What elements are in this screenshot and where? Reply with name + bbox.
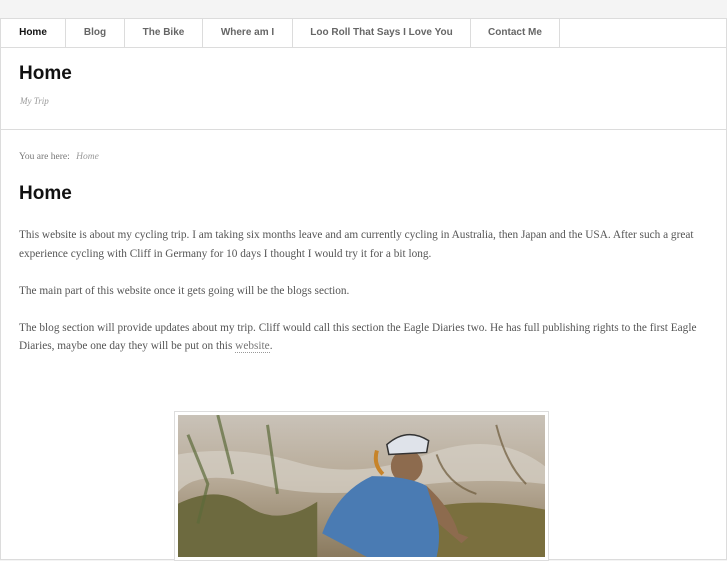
cyclist-photo (178, 415, 545, 557)
paragraph-eagle-diaries-end: . (269, 340, 273, 352)
website-link[interactable]: website (235, 340, 270, 353)
main-nav: Home Blog The Bike Where am I Loo Roll T… (1, 19, 726, 48)
page-title: Home (19, 183, 72, 204)
breadcrumb-prefix: You are here: (19, 152, 70, 162)
page: Home Blog The Bike Where am I Loo Roll T… (0, 18, 727, 561)
paragraph-eagle-diaries: The blog section will provide updates ab… (19, 319, 707, 356)
paragraph-intro: This website is about my cycling trip. I… (19, 229, 694, 260)
paragraph-blogs: The main part of this website once it ge… (19, 284, 350, 297)
nav-item-the-bike[interactable]: The Bike (125, 19, 203, 47)
breadcrumb: You are here: Home (19, 152, 99, 162)
paragraph-eagle-diaries-text: The blog section will provide updates ab… (19, 321, 697, 353)
site-title[interactable]: Home (19, 63, 72, 85)
nav-item-blog[interactable]: Blog (66, 19, 125, 47)
nav-item-contact-me[interactable]: Contact Me (471, 19, 560, 47)
article-body: This website is about my cycling trip. I… (19, 226, 707, 374)
nav-item-where-am-i[interactable]: Where am I (203, 19, 293, 47)
cyclist-photo-frame (174, 411, 549, 561)
site-tagline: My Trip (20, 96, 49, 106)
breadcrumb-home-link[interactable]: Home (76, 152, 99, 162)
nav-item-loo-roll[interactable]: Loo Roll That Says I Love You (293, 19, 471, 47)
nav-item-home[interactable]: Home (1, 19, 66, 47)
site-header: Home My Trip (1, 48, 726, 130)
